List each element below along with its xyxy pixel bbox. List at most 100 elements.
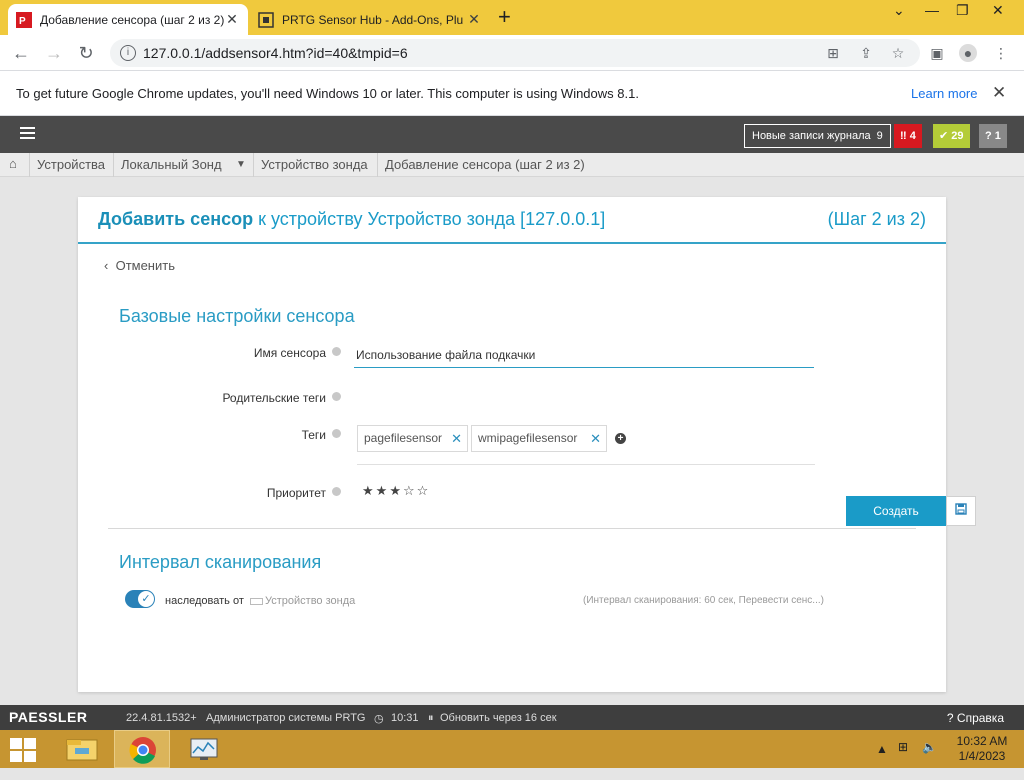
clock-icon: ◷ xyxy=(374,713,384,725)
page-title: Добавить сенсор к устройству Устройство … xyxy=(98,209,605,230)
tag-chip[interactable]: wmipagefilesensor ✕ xyxy=(471,425,607,452)
breadcrumb-dropdown-icon[interactable]: ▼ xyxy=(236,159,246,170)
windows-start-icon[interactable] xyxy=(10,738,38,762)
menu-kebab-icon[interactable]: ⋮ xyxy=(992,44,1010,62)
tag-chip[interactable]: pagefilesensor ✕ xyxy=(357,425,468,452)
inherit-toggle[interactable]: ✓ xyxy=(125,590,155,608)
chevron-left-icon: ‹ xyxy=(104,258,109,273)
info-icon[interactable] xyxy=(332,347,341,356)
label-priority: Приоритет xyxy=(266,486,326,500)
bookmark-star-icon[interactable]: ☆ xyxy=(889,44,907,62)
label-parent-tags: Родительские теги xyxy=(222,391,326,405)
chrome-icon[interactable] xyxy=(114,730,170,768)
tray-chevron-up-icon[interactable]: ▲ xyxy=(876,742,888,780)
address-bar[interactable]: i 127.0.0.1/addsensor4.htm?id=40&tmpid=6 xyxy=(110,39,920,67)
refresh-text[interactable]: Обновить через 16 сек xyxy=(440,712,557,724)
create-button[interactable]: Создать xyxy=(846,496,946,526)
browser-tab-bar: P Добавление сенсора (шаг 2 из 2) ✕ PRTG… xyxy=(0,0,1024,35)
alarm-exclamation-icon: ‼ xyxy=(900,130,907,142)
prtg-monitor-icon[interactable] xyxy=(176,730,232,768)
tab-sensor-hub[interactable]: PRTG Sensor Hub - Add-Ons, Plu ✕ xyxy=(250,4,490,35)
tag-label: wmipagefilesensor xyxy=(478,431,578,445)
close-window-icon[interactable]: ✕ xyxy=(992,2,1004,19)
svg-text:P: P xyxy=(19,16,26,27)
info-icon[interactable] xyxy=(332,392,341,401)
star-empty-icon[interactable]: ☆ xyxy=(417,483,431,498)
prtg-favicon-icon: P xyxy=(16,11,32,28)
file-explorer-icon[interactable] xyxy=(55,730,111,768)
side-panel-icon[interactable]: ▣ xyxy=(928,44,946,62)
breadcrumb-probe-device[interactable]: Устройство зонда xyxy=(261,157,368,172)
alarm-up-badge[interactable]: ✔ 29 xyxy=(933,124,970,148)
paessler-logo: PAESSLER xyxy=(9,709,88,725)
help-link[interactable]: ? Справка xyxy=(947,711,1004,725)
time-text: 10:31 xyxy=(391,712,419,724)
forward-icon[interactable]: → xyxy=(43,42,65,64)
infobar-close-icon[interactable]: ✕ xyxy=(992,83,1006,103)
star-filled-icon[interactable]: ★ xyxy=(376,483,390,498)
site-info-icon[interactable]: i xyxy=(120,45,136,61)
checkmark-icon: ✓ xyxy=(138,591,154,607)
user-text[interactable]: Администратор системы PRTG xyxy=(206,712,365,724)
checkmark-icon: ✔ xyxy=(939,130,949,142)
back-icon[interactable]: ← xyxy=(10,42,32,64)
volume-icon[interactable]: 🔈 xyxy=(922,740,937,778)
card-header: Добавить сенсор к устройству Устройство … xyxy=(78,197,946,244)
remove-tag-icon[interactable]: ✕ xyxy=(590,426,601,451)
windows-taskbar: ▲ ⊞ 🔈 10:32 AM 1/4/2023 xyxy=(0,730,1024,768)
info-icon[interactable] xyxy=(332,429,341,438)
share-icon[interactable]: ⇪ xyxy=(857,44,875,62)
breadcrumb-devices[interactable]: Устройства xyxy=(37,157,105,172)
section-basic-settings: Базовые настройки сенсора xyxy=(119,306,355,326)
sensor-name-input[interactable] xyxy=(354,343,814,368)
tab-title: Добавление сенсора (шаг 2 из 2) xyxy=(40,12,224,27)
network-icon[interactable]: ⊞ xyxy=(898,740,908,778)
version-text: 22.4.81.1532+ xyxy=(126,712,197,724)
infobar-message: To get future Google Chrome updates, you… xyxy=(16,86,639,101)
tab-close-icon[interactable]: ✕ xyxy=(224,11,240,28)
breadcrumb-local-probe[interactable]: Локальный Зонд xyxy=(121,157,222,172)
star-empty-icon[interactable]: ☆ xyxy=(403,483,417,498)
add-tag-icon[interactable]: + xyxy=(615,433,626,444)
browser-toolbar: ← → ↻ i 127.0.0.1/addsensor4.htm?id=40&t… xyxy=(0,35,1024,71)
learn-more-link[interactable]: Learn more xyxy=(911,86,977,101)
section-scan-interval: Интервал сканирования xyxy=(119,552,322,572)
clock-time: 10:32 AM xyxy=(956,734,1008,748)
new-tab-icon[interactable]: + xyxy=(498,6,511,28)
restore-icon[interactable]: ❐ xyxy=(956,2,969,19)
save-icon[interactable] xyxy=(946,496,976,526)
remove-tag-icon[interactable]: ✕ xyxy=(451,426,462,451)
tag-label: pagefilesensor xyxy=(364,431,443,445)
cancel-link[interactable]: ‹ Отменить xyxy=(104,258,175,273)
tab-add-sensor[interactable]: P Добавление сенсора (шаг 2 из 2) ✕ xyxy=(8,4,248,35)
device-icon xyxy=(250,597,263,605)
tab-close-icon[interactable]: ✕ xyxy=(466,11,482,28)
alarm-down-badge[interactable]: ‼ 4 xyxy=(894,124,922,148)
priority-rating[interactable]: ★★★☆☆ xyxy=(362,483,430,499)
star-filled-icon[interactable]: ★ xyxy=(362,483,376,498)
home-icon[interactable]: ⌂ xyxy=(9,156,17,171)
alarm-unknown-badge[interactable]: ? 1 xyxy=(979,124,1007,148)
pause-icon[interactable]: ⏸ xyxy=(428,712,434,725)
translate-icon[interactable]: ⊞ xyxy=(824,44,842,62)
tags-field[interactable]: pagefilesensor ✕ wmipagefilesensor ✕ + xyxy=(357,425,815,465)
label-tags: Теги xyxy=(301,428,326,442)
tab-title: PRTG Sensor Hub - Add-Ons, Plu xyxy=(282,12,464,27)
step-indicator: (Шаг 2 из 2) xyxy=(827,209,926,229)
reload-icon[interactable]: ↻ xyxy=(75,42,97,64)
help-label: Справка xyxy=(956,711,1004,725)
info-icon[interactable] xyxy=(332,487,341,496)
chevron-down-icon[interactable]: ⌄ xyxy=(893,2,905,19)
add-sensor-card: Добавить сенсор к устройству Устройство … xyxy=(78,197,946,692)
page-title-bold: Добавить сенсор xyxy=(98,209,254,229)
inherit-device[interactable]: Устройство зонда xyxy=(250,595,355,607)
log-label: Новые записи журнала xyxy=(752,130,871,142)
hamburger-menu-icon[interactable] xyxy=(20,127,35,140)
question-icon: ? xyxy=(985,130,992,142)
taskbar-clock[interactable]: 10:32 AM 1/4/2023 xyxy=(950,734,1014,764)
star-filled-icon[interactable]: ★ xyxy=(389,483,403,498)
new-log-entries-button[interactable]: Новые записи журнала 9 xyxy=(744,124,891,148)
minimize-icon[interactable]: — xyxy=(925,2,939,18)
profile-avatar-icon[interactable]: ● xyxy=(959,44,977,62)
alarm-down-count: 4 xyxy=(909,130,916,142)
